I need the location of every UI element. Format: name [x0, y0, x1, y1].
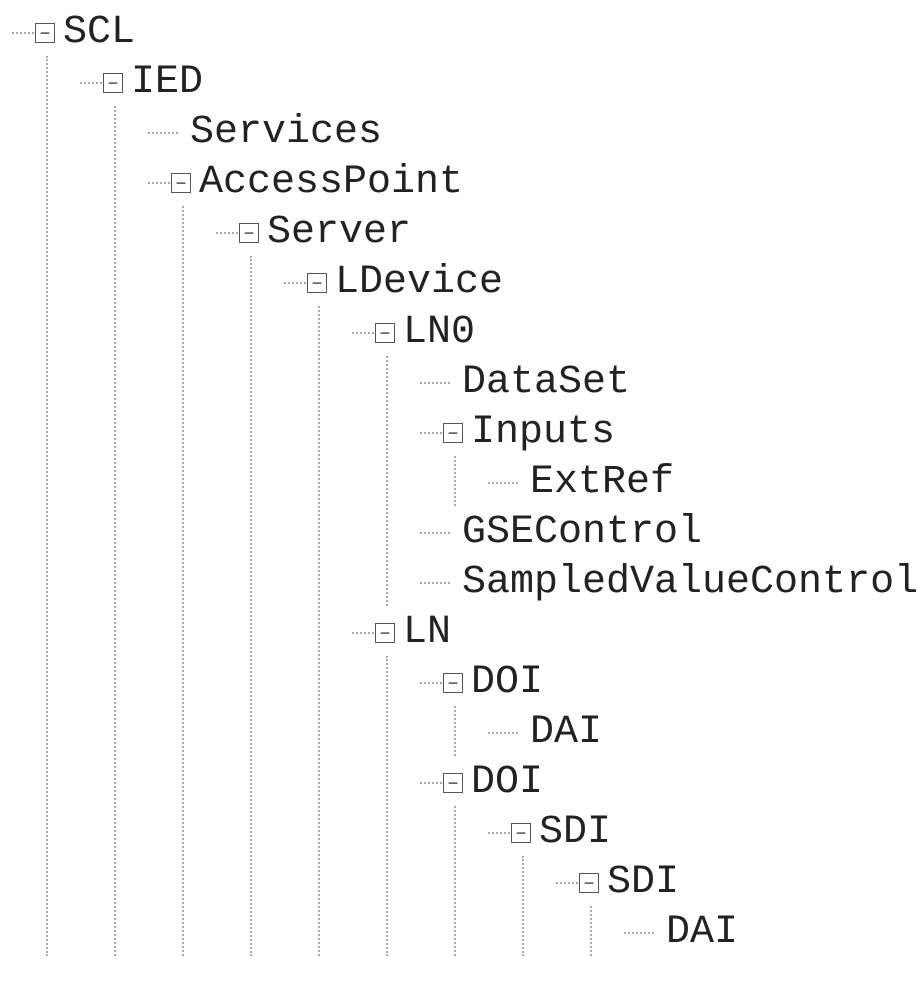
collapse-icon[interactable]: − [375, 323, 395, 343]
tree-children: DAI [454, 708, 905, 758]
node-label: AccessPoint [199, 158, 463, 208]
tree-node-sampledvaluecontrol: SampledValueControl [420, 558, 905, 608]
tree-children: −Server−LDevice−LN0DataSet−InputsExtRefG… [182, 208, 905, 958]
node-label: DAI [666, 908, 738, 958]
tree-row[interactable]: −DOI [454, 658, 543, 708]
collapse-icon[interactable]: − [511, 823, 531, 843]
tree-children: −LDevice−LN0DataSet−InputsExtRefGSEContr… [250, 258, 905, 958]
tree-node-gsecontrol: GSEControl [420, 508, 905, 558]
tree-children: −SDI−SDIDAI [454, 808, 905, 958]
tree-row: ExtRef [522, 458, 674, 508]
tree-node-sdi: −SDIDAI [556, 858, 905, 958]
collapse-icon[interactable]: − [375, 623, 395, 643]
collapse-icon[interactable]: − [307, 273, 327, 293]
tree-node-dai: DAI [624, 908, 905, 958]
tree-node-ied: −IEDServices−AccessPoint−Server−LDevice−… [80, 58, 905, 958]
node-label: IED [131, 58, 203, 108]
tree-row: DataSet [454, 358, 630, 408]
tree-node-services: Services [148, 108, 905, 158]
collapse-icon[interactable]: − [171, 173, 191, 193]
tree-node-dataset: DataSet [420, 358, 905, 408]
node-label: SDI [539, 808, 611, 858]
tree-row: DAI [658, 908, 738, 958]
node-label: SDI [607, 858, 679, 908]
tree-node-sdi: −SDI−SDIDAI [488, 808, 905, 958]
node-label: LN [403, 608, 451, 658]
node-label: DOI [471, 658, 543, 708]
node-label: Services [190, 108, 382, 158]
tree-row[interactable]: −LDevice [318, 258, 503, 308]
tree-children: DAI [590, 908, 905, 958]
tree-children: −LN0DataSet−InputsExtRefGSEControlSample… [318, 308, 905, 958]
tree-children: −SDIDAI [522, 858, 905, 958]
tree-node-server: −Server−LDevice−LN0DataSet−InputsExtRefG… [216, 208, 905, 958]
tree-node-scl: −SCL−IEDServices−AccessPoint−Server−LDev… [12, 8, 905, 958]
tree-children: Services−AccessPoint−Server−LDevice−LN0D… [114, 108, 905, 958]
node-label: ExtRef [530, 458, 674, 508]
tree-row[interactable]: −LN [386, 608, 451, 658]
tree-row[interactable]: −SCL [46, 8, 135, 58]
node-label: GSEControl [462, 508, 702, 558]
tree-children: −IEDServices−AccessPoint−Server−LDevice−… [46, 58, 905, 958]
tree-node-ln: −LN−DOIDAI−DOI−SDI−SDIDAI [352, 608, 905, 958]
node-label: LN0 [403, 308, 475, 358]
node-label: DOI [471, 758, 543, 808]
collapse-icon[interactable]: − [443, 423, 463, 443]
tree-row[interactable]: −Server [250, 208, 411, 258]
node-label: Server [267, 208, 411, 258]
tree-row: SampledValueControl [454, 558, 917, 608]
tree-node-doi: −DOIDAI [420, 658, 905, 758]
tree-row[interactable]: −IED [114, 58, 203, 108]
collapse-icon[interactable]: − [443, 673, 463, 693]
node-label: DataSet [462, 358, 630, 408]
tree-node-doi: −DOI−SDI−SDIDAI [420, 758, 905, 958]
tree-node-inputs: −InputsExtRef [420, 408, 905, 508]
tree-row[interactable]: −SDI [522, 808, 611, 858]
tree-row[interactable]: −LN0 [386, 308, 475, 358]
tree-row[interactable]: −Inputs [454, 408, 615, 458]
tree-node-extref: ExtRef [488, 458, 905, 508]
tree-row[interactable]: −AccessPoint [182, 158, 463, 208]
collapse-icon[interactable]: − [35, 23, 55, 43]
node-label: Inputs [471, 408, 615, 458]
tree-row: DAI [522, 708, 602, 758]
node-label: SampledValueControl [462, 558, 917, 608]
tree-node-ldevice: −LDevice−LN0DataSet−InputsExtRefGSEContr… [284, 258, 905, 958]
tree-node-dai: DAI [488, 708, 905, 758]
tree-row: Services [182, 108, 382, 158]
tree-node-accesspoint: −AccessPoint−Server−LDevice−LN0DataSet−I… [148, 158, 905, 958]
tree-row[interactable]: −SDI [590, 858, 679, 908]
collapse-icon[interactable]: − [579, 873, 599, 893]
tree-children: ExtRef [454, 458, 905, 508]
collapse-icon[interactable]: − [443, 773, 463, 793]
tree-children: −DOIDAI−DOI−SDI−SDIDAI [386, 658, 905, 958]
tree-row: GSEControl [454, 508, 702, 558]
node-label: SCL [63, 8, 135, 58]
collapse-icon[interactable]: − [103, 73, 123, 93]
tree-row[interactable]: −DOI [454, 758, 543, 808]
node-label: DAI [530, 708, 602, 758]
tree-children: DataSet−InputsExtRefGSEControlSampledVal… [386, 358, 905, 608]
tree-node-ln0: −LN0DataSet−InputsExtRefGSEControlSample… [352, 308, 905, 608]
collapse-icon[interactable]: − [239, 223, 259, 243]
node-label: LDevice [335, 258, 503, 308]
tree-root: −SCL−IEDServices−AccessPoint−Server−LDev… [0, 0, 917, 966]
